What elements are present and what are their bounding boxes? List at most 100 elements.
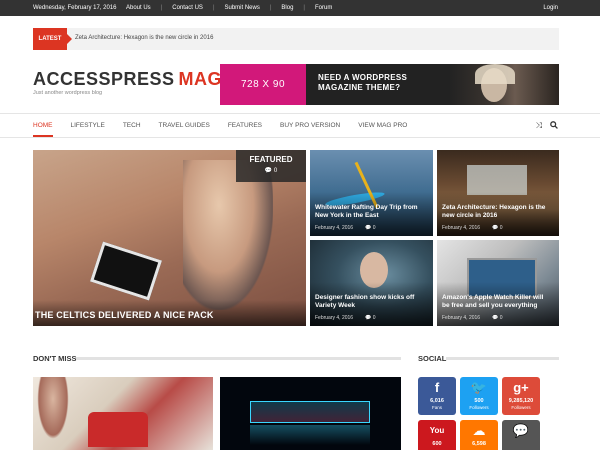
post-meta: February 4, 2016 💬 0 <box>442 225 503 231</box>
main-nav: HOME LIFESTYLE TECH TRAVEL GUIDES FEATUR… <box>0 113 600 138</box>
social-soundcloud-button[interactable]: ☁ 6,598 <box>460 420 498 450</box>
post-comments: 💬 0 <box>492 315 502 321</box>
shuffle-icon[interactable]: ⤨ <box>536 121 542 131</box>
post-tile[interactable]: Whitewater Rafting Day Trip from New Yor… <box>310 150 433 236</box>
post-comments: 💬 0 <box>492 225 502 231</box>
top-link-submit-news[interactable]: Submit News <box>215 5 270 11</box>
ad-size-label: 728 X 90 <box>220 64 306 105</box>
logo-text-accent: MAG <box>178 69 223 89</box>
image-water-reflection <box>250 425 370 445</box>
post-image-window <box>467 165 527 195</box>
post-title[interactable]: Designer fashion show kicks off Variety … <box>315 294 425 310</box>
featured-title[interactable]: THE CELTICS DELIVERED A NICE PACK <box>35 310 214 320</box>
social-count: 6,016 <box>430 398 444 404</box>
section-divider <box>76 357 401 360</box>
social-label: Followers <box>511 405 531 410</box>
social-google-plus-button[interactable]: g+ 9,285,120 Followers <box>502 377 540 415</box>
comments-icon: 💬 <box>512 423 530 438</box>
youtube-icon: You <box>429 426 445 435</box>
ad-message-line1: NEED A WORDPRESS <box>318 73 408 82</box>
post-title[interactable]: Zeta Architecture: Hexagon is the new ci… <box>442 204 552 220</box>
featured-post-large[interactable]: FEATURED 💬 0 THE CELTICS DELIVERED A NIC… <box>33 150 306 326</box>
post-comments: 💬 0 <box>365 315 375 321</box>
post-date: February 4, 2016 <box>442 315 481 321</box>
search-icon[interactable] <box>550 121 558 131</box>
post-tile[interactable]: Designer fashion show kicks off Variety … <box>310 240 433 326</box>
social-count: 9,285,120 <box>508 398 534 404</box>
social-count: 500 <box>474 398 484 404</box>
social-facebook-button[interactable]: f 6,016 Fans <box>418 377 456 415</box>
comment-icon: 💬 <box>492 225 499 231</box>
top-link-about-us[interactable]: About Us <box>116 5 161 11</box>
section-divider <box>446 357 559 360</box>
top-links: About Us | Contact US | Submit News | Bl… <box>116 5 342 11</box>
post-title[interactable]: Amazon's Apple Watch Killer will be free… <box>442 294 552 310</box>
ad-message-line2: MAGAZINE THEME? <box>318 83 401 92</box>
top-link-forum[interactable]: Forum <box>305 5 342 11</box>
ad-banner[interactable]: 728 X 90 NEED A WORDPRESS MAGAZINE THEME… <box>220 64 559 105</box>
social-count: 600 <box>432 441 442 447</box>
logo-text-primary: ACCESSPRESS <box>33 69 175 89</box>
social-youtube-button[interactable]: You 600 <box>418 420 456 450</box>
login-link[interactable]: Login <box>543 5 558 11</box>
social-twitter-button[interactable]: 🐦 500 Followers <box>460 377 498 415</box>
social-count: 6,598 <box>472 441 486 447</box>
image-red-chair <box>88 412 148 447</box>
post-meta: February 4, 2016 💬 0 <box>315 315 376 321</box>
site-logo[interactable]: ACCESSPRESS MAG <box>33 70 222 88</box>
ad-message: NEED A WORDPRESS MAGAZINE THEME? <box>318 73 407 93</box>
post-comments: 💬 0 <box>365 225 375 231</box>
featured-caption: THE CELTICS DELIVERED A NICE PACK <box>33 300 306 326</box>
dont-miss-post-image[interactable] <box>220 377 401 450</box>
nav-icons: ⤨ <box>536 121 558 131</box>
social-label: Fans <box>431 405 442 410</box>
nav-item-tech[interactable]: TECH <box>123 122 141 129</box>
post-date: February 4, 2016 <box>442 225 481 231</box>
news-ticker: LATEST Zeta Architecture: Hexagon is the… <box>33 28 559 50</box>
comment-icon: 💬 <box>264 168 273 174</box>
section-title-dont-miss: DON'T MISS <box>33 354 77 363</box>
nav-item-lifestyle[interactable]: LIFESTYLE <box>71 122 105 129</box>
nav-item-travel-guides[interactable]: TRAVEL GUIDES <box>159 122 210 129</box>
dont-miss-post-image[interactable] <box>33 377 213 450</box>
featured-comments-value: 0 <box>273 168 278 174</box>
section-title-social: SOCIAL <box>418 354 447 363</box>
ticker-headline[interactable]: Zeta Architecture: Hexagon is the new ci… <box>75 35 213 41</box>
post-comment-count: 0 <box>499 225 503 231</box>
post-meta: February 4, 2016 💬 0 <box>442 315 503 321</box>
comment-icon: 💬 <box>365 315 372 321</box>
latest-badge: LATEST <box>33 28 72 50</box>
nav-item-features[interactable]: FEATURES <box>228 122 262 129</box>
twitter-icon: 🐦 <box>470 380 488 395</box>
comment-icon: 💬 <box>365 225 372 231</box>
nav-item-view-mag-pro[interactable]: VIEW MAG PRO <box>358 122 407 129</box>
post-tile[interactable]: Zeta Architecture: Hexagon is the new ci… <box>437 150 559 236</box>
facebook-icon: f <box>434 380 440 395</box>
site-tagline: Just another wordpress blog <box>33 90 103 96</box>
nav-items: HOME LIFESTYLE TECH TRAVEL GUIDES FEATUR… <box>33 122 425 137</box>
post-tile[interactable]: Amazon's Apple Watch Killer will be free… <box>437 240 559 326</box>
top-bar: Wednesday, February 17, 2016 About Us | … <box>0 0 600 16</box>
top-link-contact-us[interactable]: Contact US <box>162 5 213 11</box>
image-lit-ship <box>250 401 370 423</box>
featured-comment-count: 💬 0 <box>236 167 306 174</box>
ad-model-image <box>449 64 559 105</box>
comment-icon: 💬 <box>492 315 499 321</box>
social-comments-button[interactable]: 💬 <box>502 420 540 450</box>
top-link-blog[interactable]: Blog <box>271 5 303 11</box>
featured-image-person <box>183 160 273 310</box>
post-comment-count: 0 <box>499 315 503 321</box>
post-date: February 4, 2016 <box>315 315 354 321</box>
current-date: Wednesday, February 17, 2016 <box>33 5 117 11</box>
nav-item-buy-pro-version[interactable]: BUY PRO VERSION <box>280 122 340 129</box>
post-title[interactable]: Whitewater Rafting Day Trip from New Yor… <box>315 204 425 220</box>
image-woman <box>33 377 73 450</box>
featured-image-tablet <box>90 241 162 301</box>
soundcloud-icon: ☁ <box>472 423 486 438</box>
post-date: February 4, 2016 <box>315 225 354 231</box>
featured-label: FEATURED <box>249 155 293 164</box>
post-comment-count: 0 <box>372 315 376 321</box>
nav-item-home[interactable]: HOME <box>33 122 53 137</box>
featured-badge: FEATURED 💬 0 <box>236 150 306 182</box>
post-meta: February 4, 2016 💬 0 <box>315 225 376 231</box>
